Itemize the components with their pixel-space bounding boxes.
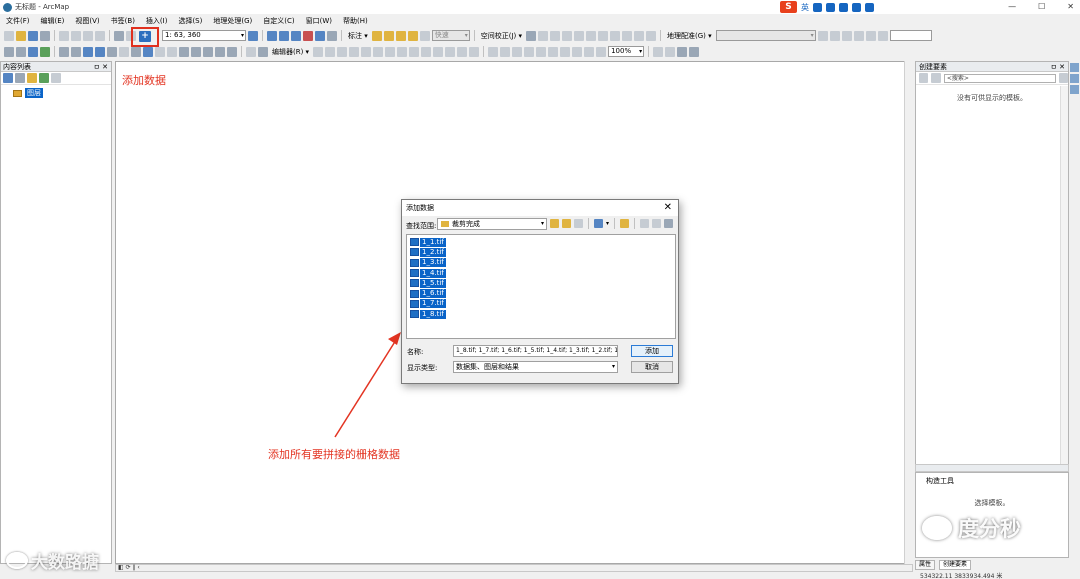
raster-icon <box>410 310 419 319</box>
file-item[interactable]: 1_3.tif <box>410 258 672 268</box>
name-label: 名称: <box>407 348 424 356</box>
view-options-icon[interactable] <box>594 219 603 228</box>
dialog-close-button[interactable]: ✕ <box>664 200 672 216</box>
chevron-down-icon[interactable]: ▾ <box>606 220 609 227</box>
clear-search-icon[interactable] <box>1058 73 1068 83</box>
file-list: 1_1.tif 1_2.tif 1_3.tif 1_4.tif 1_5.tif … <box>406 234 676 339</box>
new-folder-icon[interactable] <box>620 219 630 228</box>
status-bar <box>0 572 1080 579</box>
create-features-panel: 创建要素 ㅁ ✕ <搜索> 没有可供显示的模板。 <box>915 61 1069 470</box>
side-window-strip <box>1069 61 1080 121</box>
file-item[interactable]: 1_2.tif <box>410 247 672 257</box>
dialog-title-bar: 添加数据 ✕ <box>402 200 678 216</box>
watermark-left: 大数路搪 <box>6 548 99 573</box>
raster-icon <box>410 289 419 298</box>
tab-properties[interactable]: 属性 <box>915 560 936 570</box>
watermark-right: 度分秒 <box>922 513 1021 543</box>
raster-icon <box>410 269 419 278</box>
create-features-title: 创建要素 ㅁ ✕ <box>916 62 1068 72</box>
right-panel-tabs: 属性 创建要素 <box>915 560 972 570</box>
construction-tools-title: 构造工具 <box>926 477 954 485</box>
raster-icon <box>410 299 419 308</box>
file-item[interactable]: 1_5.tif <box>410 278 672 288</box>
panel-pin-close[interactable]: ㅁ ✕ <box>1050 62 1065 72</box>
file-item[interactable]: 1_4.tif <box>410 268 672 278</box>
coordinates-readout: 534322.11 3833934.494 米 <box>920 573 1003 579</box>
home-icon[interactable] <box>562 219 571 228</box>
raster-icon <box>410 279 419 288</box>
rename-icon[interactable] <box>652 219 662 228</box>
create-features-toolbar: <搜索> <box>916 72 1068 85</box>
raster-icon <box>410 258 419 267</box>
filter-icon[interactable] <box>931 73 941 83</box>
catalog-tab-icon[interactable] <box>1070 63 1079 72</box>
file-item[interactable]: 1_7.tif <box>410 299 672 309</box>
wechat-logo-icon <box>922 516 952 540</box>
chevron-down-icon: ▾ <box>540 220 544 227</box>
panel-splitter[interactable] <box>915 464 1069 472</box>
tab-create-features[interactable]: 创建要素 <box>939 560 972 570</box>
delete-file-icon[interactable] <box>640 219 650 228</box>
template-search-input[interactable]: <搜索> <box>943 73 1056 83</box>
organize-templates-icon[interactable] <box>919 73 929 83</box>
no-templates-message: 没有可供显示的模板。 <box>957 94 1027 102</box>
watermark-logo-icon <box>6 552 28 569</box>
refresh-icon[interactable] <box>664 219 674 228</box>
file-item[interactable]: 1_1.tif <box>410 237 672 247</box>
file-item[interactable]: 1_6.tif <box>410 288 672 299</box>
select-template-message: 选择模板。 <box>974 499 1010 507</box>
search-tab-icon[interactable] <box>1070 74 1079 83</box>
name-field[interactable]: 1_8.tif; 1_7.tif; 1_6.tif; 1_5.tif; 1_4.… <box>453 345 618 357</box>
add-data-dialog: 添加数据 ✕ 查找范围: 裁剪完成 ▾ ▾ 1_1.tif 1_2.tif 1_… <box>401 199 679 384</box>
results-tab-icon[interactable] <box>1070 85 1079 94</box>
file-item[interactable]: 1_8.tif <box>410 309 672 319</box>
show-of-type-label: 显示类型: <box>407 364 438 372</box>
add-button[interactable]: 添加 <box>631 345 673 357</box>
panel-scrollbar[interactable] <box>1060 86 1068 470</box>
look-in-label: 查找范围: <box>406 222 437 230</box>
cancel-button[interactable]: 取消 <box>631 361 673 373</box>
raster-icon <box>410 248 419 257</box>
show-of-type-select[interactable]: 数据集、图层和结果 ▾ <box>453 361 618 373</box>
chevron-down-icon: ▾ <box>611 363 615 370</box>
up-one-level-icon[interactable] <box>550 219 559 228</box>
connect-folder-icon[interactable] <box>574 219 583 228</box>
look-in-combo[interactable]: 裁剪完成 ▾ <box>437 218 547 230</box>
folder-icon <box>441 221 449 227</box>
dialog-toolbar: ▾ <box>550 218 674 229</box>
raster-icon <box>410 238 419 247</box>
